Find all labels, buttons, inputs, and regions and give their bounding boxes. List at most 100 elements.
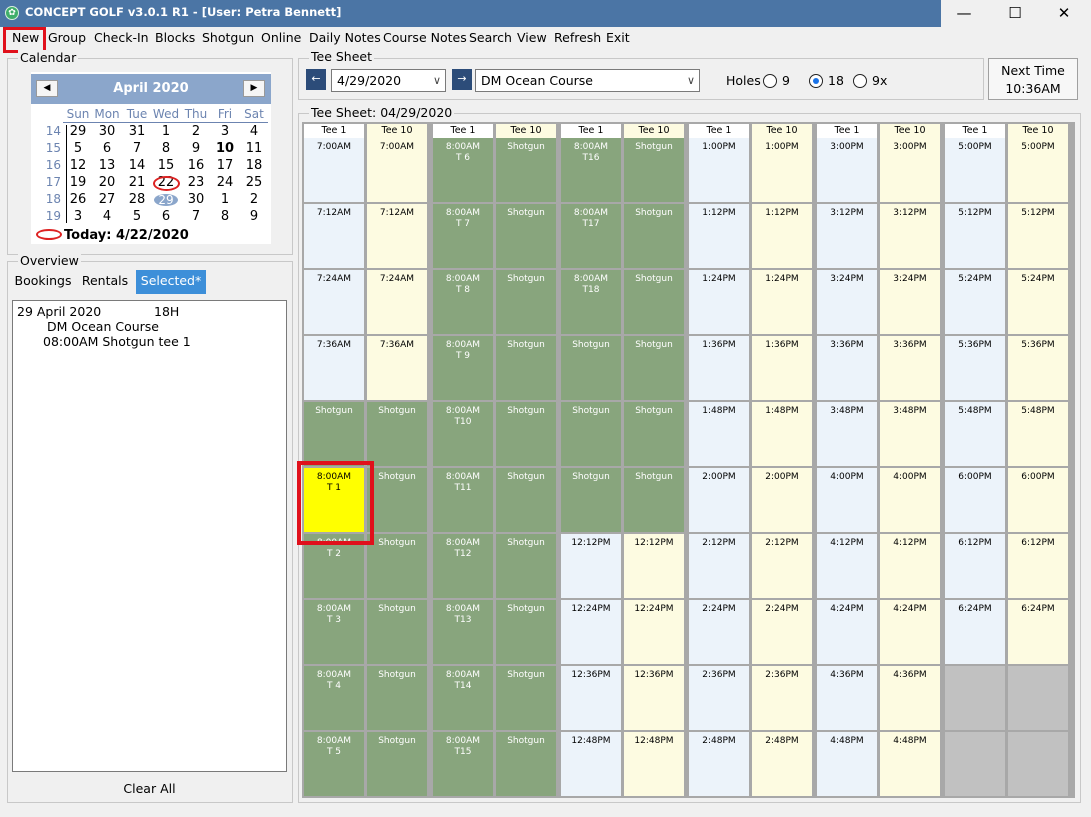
shotgun-slot[interactable]: Shotgun bbox=[304, 402, 364, 466]
tee-time-slot[interactable]: 7:00AM bbox=[367, 138, 427, 202]
tee-time-slot[interactable]: 5:00PM bbox=[1008, 138, 1068, 202]
tee-time-slot[interactable]: 1:00PM bbox=[689, 138, 749, 202]
tee-time-slot[interactable]: 7:24AM bbox=[304, 270, 364, 334]
calendar-day[interactable]: 27 bbox=[92, 192, 122, 207]
calendar-day[interactable]: 10 bbox=[210, 141, 240, 156]
shotgun-slot[interactable]: Shotgun bbox=[367, 534, 427, 598]
shotgun-slot[interactable]: 8:00AM T 4 bbox=[304, 666, 364, 730]
holes-18-label[interactable]: 18 bbox=[828, 73, 844, 88]
shotgun-slot[interactable]: Shotgun bbox=[496, 402, 556, 466]
shotgun-slot[interactable]: 8:00AM T18 bbox=[561, 270, 621, 334]
col-header-tee-10[interactable]: Tee 10 bbox=[496, 124, 556, 138]
tee-time-slot[interactable]: 7:00AM bbox=[304, 138, 364, 202]
shotgun-slot[interactable]: Shotgun bbox=[496, 600, 556, 664]
menu-shotgun[interactable]: Shotgun bbox=[202, 30, 254, 45]
tee-time-slot[interactable]: 3:12PM bbox=[817, 204, 877, 268]
shotgun-slot[interactable]: Shotgun bbox=[624, 270, 684, 334]
tee-time-slot[interactable]: 6:12PM bbox=[945, 534, 1005, 598]
tee-time-slot[interactable]: 12:36PM bbox=[561, 666, 621, 730]
shotgun-slot[interactable]: Shotgun bbox=[496, 534, 556, 598]
prev-date-button[interactable]: ← bbox=[306, 69, 326, 90]
tee-time-slot[interactable]: 3:36PM bbox=[880, 336, 940, 400]
calendar-day[interactable]: 2 bbox=[239, 192, 269, 207]
shotgun-slot[interactable]: Shotgun bbox=[367, 600, 427, 664]
tee-time-slot[interactable]: 5:36PM bbox=[1008, 336, 1068, 400]
calendar-day[interactable]: 14 bbox=[122, 158, 152, 173]
shotgun-slot[interactable]: 8:00AM T11 bbox=[433, 468, 493, 532]
calendar-day[interactable]: 1 bbox=[151, 124, 181, 139]
holes-18-radio[interactable] bbox=[809, 74, 823, 88]
shotgun-slot[interactable]: Shotgun bbox=[367, 402, 427, 466]
tee-time-slot[interactable]: 2:48PM bbox=[689, 732, 749, 796]
tee-time-slot[interactable]: 6:12PM bbox=[1008, 534, 1068, 598]
calendar-day[interactable]: 7 bbox=[181, 209, 211, 224]
calendar-day[interactable]: 4 bbox=[92, 209, 122, 224]
calendar-day[interactable]: 16 bbox=[181, 158, 211, 173]
calendar-prev-button[interactable]: ◀ bbox=[36, 80, 58, 97]
shotgun-slot[interactable]: Shotgun bbox=[624, 468, 684, 532]
shotgun-slot[interactable]: 8:00AM T 5 bbox=[304, 732, 364, 796]
calendar-next-button[interactable]: ▶ bbox=[243, 80, 265, 97]
calendar-day[interactable]: 17 bbox=[210, 158, 240, 173]
tee-time-slot[interactable]: 1:24PM bbox=[689, 270, 749, 334]
tee-time-slot[interactable]: 2:36PM bbox=[689, 666, 749, 730]
menu-online[interactable]: Online bbox=[261, 30, 301, 45]
calendar-day[interactable]: 9 bbox=[181, 141, 211, 156]
col-header-tee-10[interactable]: Tee 10 bbox=[752, 124, 812, 138]
shotgun-slot[interactable]: Shotgun bbox=[624, 336, 684, 400]
tee-time-slot[interactable]: 6:00PM bbox=[1008, 468, 1068, 532]
menu-daily-notes[interactable]: Daily Notes bbox=[309, 30, 381, 45]
calendar-day[interactable]: 13 bbox=[92, 158, 122, 173]
holes-9x-label[interactable]: 9x bbox=[872, 73, 887, 88]
close-button[interactable]: ✕ bbox=[1041, 0, 1087, 27]
tee-time-slot[interactable]: 6:24PM bbox=[1008, 600, 1068, 664]
shotgun-slot[interactable]: Shotgun bbox=[367, 732, 427, 796]
shotgun-slot[interactable]: Shotgun bbox=[496, 666, 556, 730]
col-header-tee-10[interactable]: Tee 10 bbox=[880, 124, 940, 138]
tee-time-slot[interactable]: 5:48PM bbox=[1008, 402, 1068, 466]
tee-time-slot[interactable]: 1:12PM bbox=[689, 204, 749, 268]
col-header-tee-1[interactable]: Tee 1 bbox=[945, 124, 1005, 138]
menu-view[interactable]: View bbox=[517, 30, 547, 45]
tee-time-slot[interactable]: 2:36PM bbox=[752, 666, 812, 730]
shotgun-slot[interactable]: Shotgun bbox=[624, 138, 684, 202]
menu-check-in[interactable]: Check-In bbox=[94, 30, 149, 45]
selected-slot[interactable]: 08:00AM Shotgun tee 1 bbox=[43, 334, 191, 349]
next-date-button[interactable]: → bbox=[452, 69, 472, 90]
col-header-tee-10[interactable]: Tee 10 bbox=[367, 124, 427, 138]
shotgun-slot[interactable]: Shotgun bbox=[561, 402, 621, 466]
calendar-day[interactable]: 21 bbox=[122, 175, 152, 190]
calendar-day[interactable]: 24 bbox=[210, 175, 240, 190]
shotgun-slot[interactable]: Shotgun bbox=[624, 204, 684, 268]
tee-time-slot[interactable]: 5:12PM bbox=[945, 204, 1005, 268]
tee-time-slot[interactable]: 4:00PM bbox=[880, 468, 940, 532]
menu-blocks[interactable]: Blocks bbox=[155, 30, 195, 45]
tee-time-slot[interactable]: 12:24PM bbox=[561, 600, 621, 664]
menu-exit[interactable]: Exit bbox=[606, 30, 630, 45]
shotgun-slot[interactable]: 8:00AM T16 bbox=[561, 138, 621, 202]
tee-time-slot[interactable]: 1:48PM bbox=[689, 402, 749, 466]
tee-time-slot[interactable]: 2:12PM bbox=[689, 534, 749, 598]
menu-refresh[interactable]: Refresh bbox=[554, 30, 601, 45]
tee-time-slot[interactable]: 5:12PM bbox=[1008, 204, 1068, 268]
calendar-day[interactable]: 5 bbox=[122, 209, 152, 224]
shotgun-slot[interactable]: 8:00AM T10 bbox=[433, 402, 493, 466]
minimize-button[interactable]: — bbox=[941, 0, 987, 27]
shotgun-slot[interactable]: Shotgun bbox=[624, 402, 684, 466]
calendar-day[interactable]: 8 bbox=[151, 141, 181, 156]
tee-time-slot[interactable]: 5:24PM bbox=[945, 270, 1005, 334]
clear-all-button[interactable]: Clear All bbox=[12, 778, 287, 800]
selected-bookings-list[interactable]: 29 April 2020 18H DM Ocean Course 08:00A… bbox=[12, 300, 287, 772]
tee-time-slot[interactable]: 5:24PM bbox=[1008, 270, 1068, 334]
tee-time-slot[interactable]: 4:48PM bbox=[817, 732, 877, 796]
calendar-day[interactable]: 30 bbox=[181, 192, 211, 207]
calendar-day[interactable]: 6 bbox=[92, 141, 122, 156]
tee-time-slot[interactable]: 3:48PM bbox=[817, 402, 877, 466]
tee-time-slot[interactable]: 2:24PM bbox=[689, 600, 749, 664]
tee-time-slot[interactable]: 3:24PM bbox=[880, 270, 940, 334]
tee-time-slot[interactable]: 4:36PM bbox=[880, 666, 940, 730]
tab-selected[interactable]: Selected* bbox=[136, 270, 206, 294]
menu-course-notes[interactable]: Course Notes bbox=[383, 30, 467, 45]
shotgun-slot[interactable]: 8:00AM T15 bbox=[433, 732, 493, 796]
tee-time-slot[interactable]: 3:00PM bbox=[880, 138, 940, 202]
